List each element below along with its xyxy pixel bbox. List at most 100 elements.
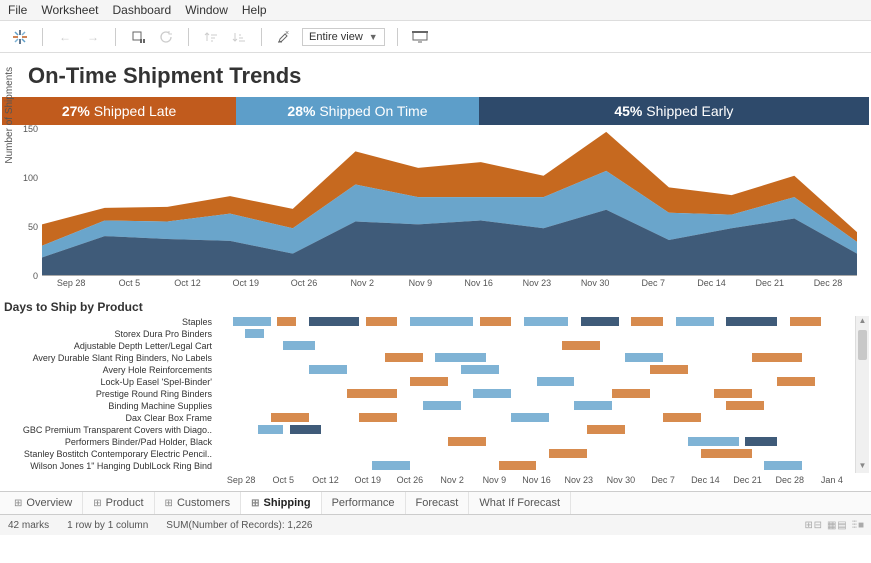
gantt-bar[interactable] xyxy=(258,425,283,434)
tab-shipping[interactable]: ⊞Shipping xyxy=(241,492,321,514)
tab-overview[interactable]: ⊞Overview xyxy=(4,492,83,514)
tab-performance[interactable]: Performance xyxy=(322,492,406,514)
gantt-bar[interactable] xyxy=(233,317,271,326)
gantt-bar[interactable] xyxy=(347,389,398,398)
gantt-bar[interactable] xyxy=(650,365,688,374)
gantt-bar[interactable] xyxy=(726,317,777,326)
gantt-bar[interactable] xyxy=(277,317,296,326)
pause-button[interactable] xyxy=(128,27,148,47)
chart-plot-area[interactable] xyxy=(42,129,857,276)
table-row[interactable]: Staples xyxy=(2,316,853,328)
gantt-bar[interactable] xyxy=(524,317,568,326)
gantt-bar[interactable] xyxy=(271,413,309,422)
menu-window[interactable]: Window xyxy=(185,3,228,17)
gantt-bar[interactable] xyxy=(790,317,822,326)
scrollbar-vertical[interactable]: ▲ ▼ xyxy=(855,316,869,473)
gantt-bar[interactable] xyxy=(688,437,739,446)
view-icon-3[interactable]: ⫶⫶⫶ ■ xyxy=(852,520,863,531)
gantt-bar[interactable] xyxy=(714,389,752,398)
table-row[interactable]: Stanley Bostitch Contemporary Electric P… xyxy=(2,448,853,460)
gantt-bar[interactable] xyxy=(309,365,347,374)
refresh-button[interactable] xyxy=(156,27,176,47)
tab-what-if-forecast[interactable]: What If Forecast xyxy=(469,492,571,514)
scroll-down-icon[interactable]: ▼ xyxy=(856,461,869,473)
kpi-ontime[interactable]: 28% Shipped On Time xyxy=(236,97,479,125)
gantt-chart[interactable]: StaplesStorex Dura Pro BindersAdjustable… xyxy=(2,316,869,491)
gantt-bar[interactable] xyxy=(499,461,537,470)
table-row[interactable]: Storex Dura Pro Binders xyxy=(2,328,853,340)
gantt-bar[interactable] xyxy=(473,389,511,398)
gantt-bar[interactable] xyxy=(372,461,410,470)
tab-forecast[interactable]: Forecast xyxy=(406,492,470,514)
row-bars xyxy=(220,329,853,339)
gantt-bar[interactable] xyxy=(777,377,815,386)
sheet-tabs: ⊞Overview⊞Product⊞Customers⊞Shipping Perf… xyxy=(0,491,871,515)
scroll-thumb[interactable] xyxy=(858,330,867,360)
gantt-bar[interactable] xyxy=(752,353,803,362)
gantt-bar[interactable] xyxy=(612,389,650,398)
gantt-bar[interactable] xyxy=(764,461,802,470)
table-row[interactable]: Wilson Jones 1" Hanging DublLock Ring Bi… xyxy=(2,460,853,472)
sort-asc-button[interactable] xyxy=(201,27,221,47)
sort-desc-button[interactable] xyxy=(229,27,249,47)
gantt-bar[interactable] xyxy=(410,377,448,386)
view-icon-2[interactable]: ▦ ▤ xyxy=(827,520,846,531)
table-row[interactable]: GBC Premium Transparent Covers with Diag… xyxy=(2,424,853,436)
gantt-bar[interactable] xyxy=(435,353,486,362)
gantt-bar[interactable] xyxy=(587,425,625,434)
table-row[interactable]: Binding Machine Supplies xyxy=(2,400,853,412)
kpi-early[interactable]: 45% Shipped Early xyxy=(479,97,869,125)
gantt-bar[interactable] xyxy=(537,377,575,386)
gantt-bar[interactable] xyxy=(631,317,663,326)
gantt-bar[interactable] xyxy=(625,353,663,362)
gantt-bar[interactable] xyxy=(549,449,587,458)
status-sum: SUM(Number of Records): 1,226 xyxy=(166,520,312,531)
gantt-bar[interactable] xyxy=(511,413,549,422)
tab-product[interactable]: ⊞Product xyxy=(83,492,154,514)
gantt-title: Days to Ship by Product xyxy=(0,294,871,316)
view-mode-select[interactable]: Entire view ▼ xyxy=(302,28,385,46)
table-row[interactable]: Prestige Round Ring Binders xyxy=(2,388,853,400)
gantt-bar[interactable] xyxy=(562,341,600,350)
area-chart[interactable]: Number of Shipments 050100150 Sep 28Oct … xyxy=(2,129,869,294)
gantt-bar[interactable] xyxy=(309,317,360,326)
gantt-bar[interactable] xyxy=(581,317,619,326)
presentation-button[interactable] xyxy=(410,27,430,47)
back-button[interactable]: ← xyxy=(55,27,75,47)
scroll-up-icon[interactable]: ▲ xyxy=(856,316,869,328)
table-row[interactable]: Adjustable Depth Letter/Legal Cart xyxy=(2,340,853,352)
gantt-bar[interactable] xyxy=(574,401,612,410)
table-row[interactable]: Dax Clear Box Frame xyxy=(2,412,853,424)
view-icon-1[interactable]: ⊞ ⊟ xyxy=(804,520,821,531)
table-row[interactable]: Avery Hole Reinforcements xyxy=(2,364,853,376)
tab-customers[interactable]: ⊞Customers xyxy=(155,492,242,514)
table-row[interactable]: Lock-Up Easel 'Spel-Binder' xyxy=(2,376,853,388)
gantt-bar[interactable] xyxy=(245,329,264,338)
gantt-bar[interactable] xyxy=(726,401,764,410)
row-bars xyxy=(220,461,853,471)
menu-help[interactable]: Help xyxy=(242,3,267,17)
gantt-bar[interactable] xyxy=(676,317,714,326)
gantt-bar[interactable] xyxy=(461,365,499,374)
gantt-bar[interactable] xyxy=(448,437,486,446)
highlight-button[interactable]: × xyxy=(274,27,294,47)
gantt-bar[interactable] xyxy=(359,413,397,422)
gantt-bar[interactable] xyxy=(745,437,777,446)
menu-file[interactable]: File xyxy=(8,3,27,17)
menu-dashboard[interactable]: Dashboard xyxy=(112,3,171,17)
gantt-bar[interactable] xyxy=(283,341,315,350)
tab-label: Performance xyxy=(332,497,395,509)
table-row[interactable]: Performers Binder/Pad Holder, Black xyxy=(2,436,853,448)
gantt-bar[interactable] xyxy=(701,449,752,458)
gantt-bar[interactable] xyxy=(366,317,398,326)
gantt-bar[interactable] xyxy=(385,353,423,362)
gantt-bar[interactable] xyxy=(410,317,473,326)
gantt-bar[interactable] xyxy=(423,401,461,410)
gantt-bar[interactable] xyxy=(480,317,512,326)
menu-worksheet[interactable]: Worksheet xyxy=(41,3,98,17)
gantt-bar[interactable] xyxy=(663,413,701,422)
gantt-bar[interactable] xyxy=(290,425,322,434)
forward-button[interactable]: → xyxy=(83,27,103,47)
kpi-late[interactable]: 27% Shipped Late xyxy=(2,97,236,125)
table-row[interactable]: Avery Durable Slant Ring Binders, No Lab… xyxy=(2,352,853,364)
